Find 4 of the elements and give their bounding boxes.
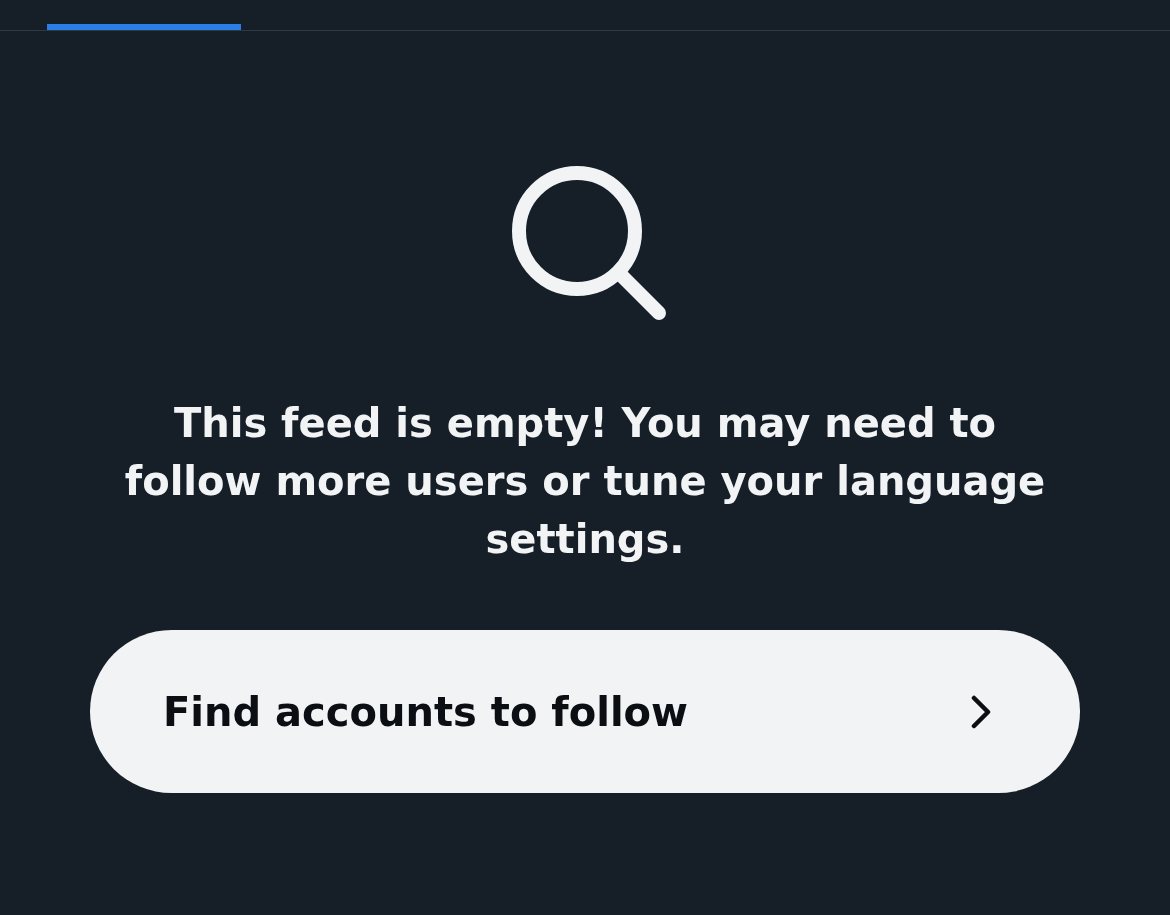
tab-indicator[interactable] [47,24,241,30]
empty-feed-message: This feed is empty! You may need to follow more users or tune your language settings. [123,399,1047,564]
chevron-right-icon [970,694,992,729]
find-accounts-button[interactable]: Find accounts to follow [90,630,1080,793]
